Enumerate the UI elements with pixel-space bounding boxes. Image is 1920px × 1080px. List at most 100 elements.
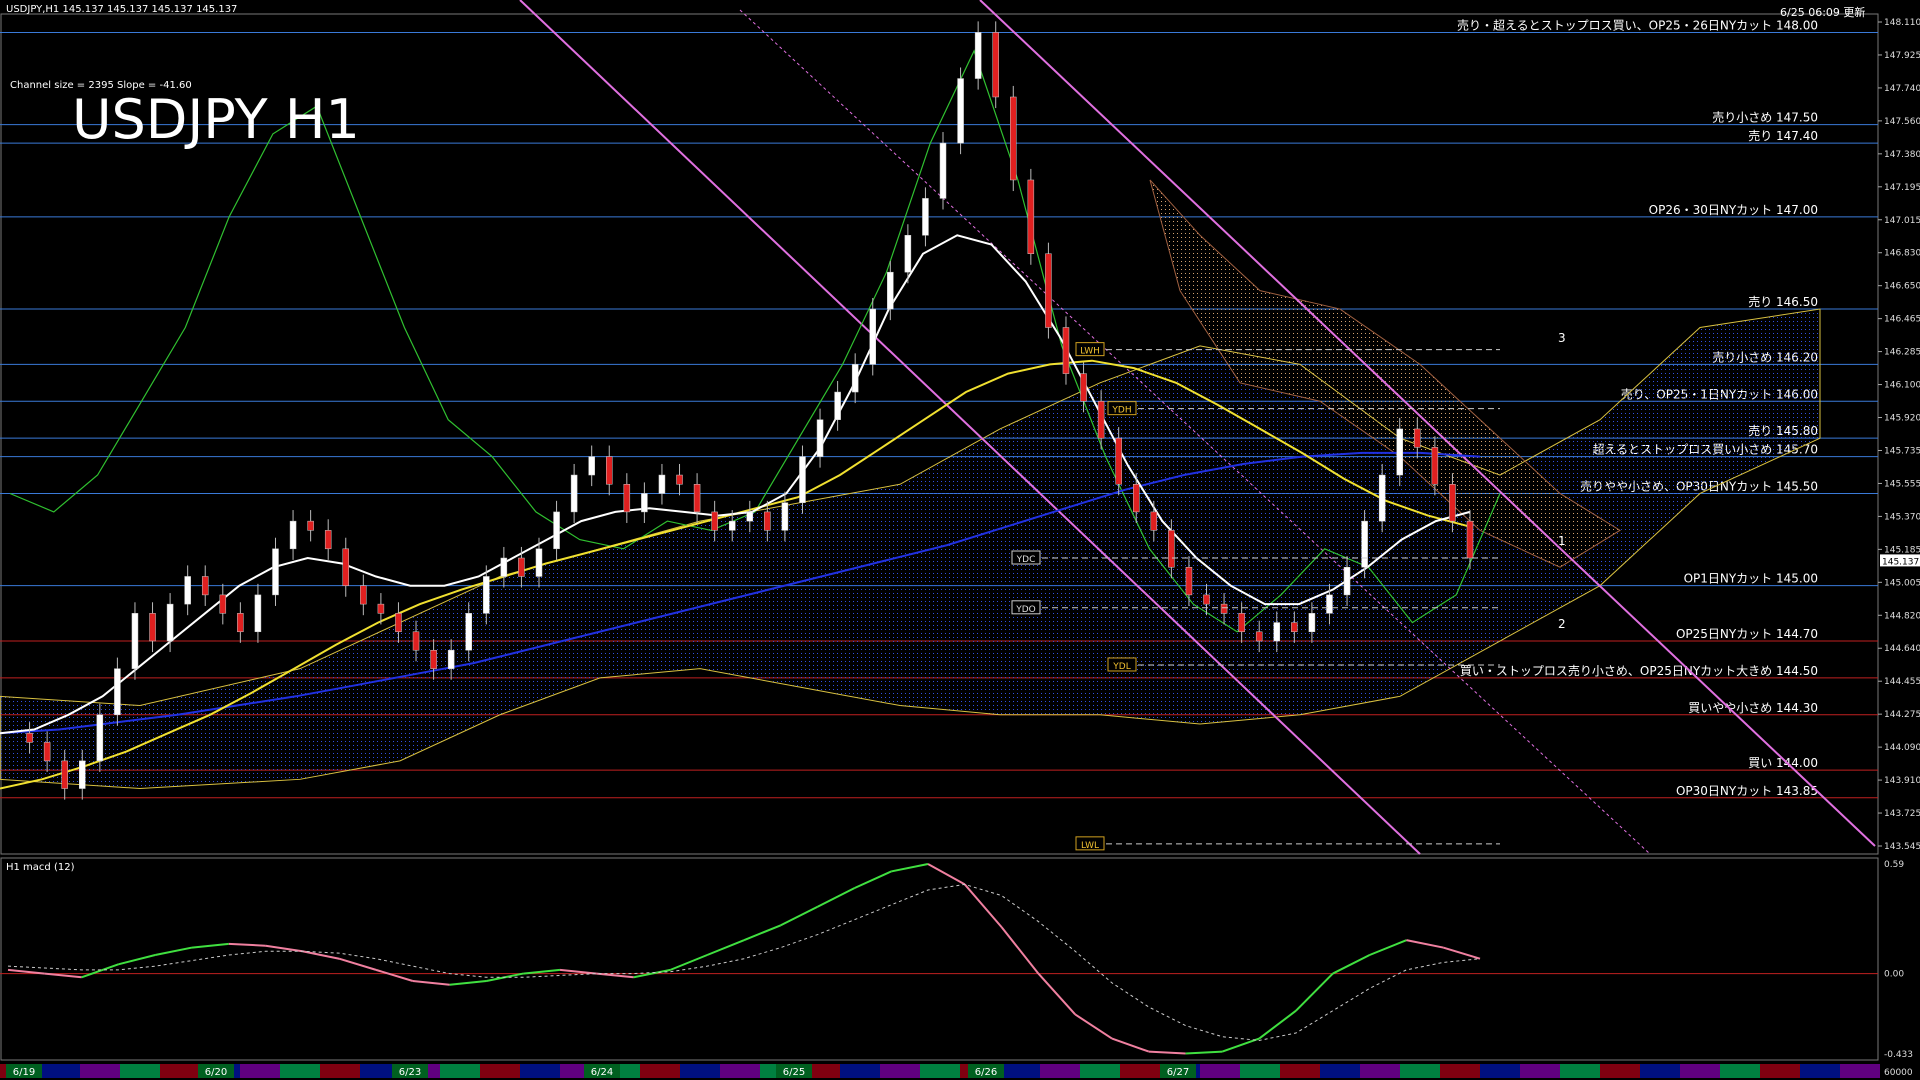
candle-body [324,530,332,550]
candle-body [1115,437,1122,485]
y-tick-label: 145.555 [1884,479,1920,489]
macd-segment [927,863,966,886]
macd-segment [706,939,745,956]
chart-canvas: 売り・超えるとストップロス買い、OP25・26日NYカット 148.00 売り小さ… [0,0,1920,1078]
macd-segment [891,863,929,873]
candle-body [1361,520,1368,568]
date-segment [1640,1064,1680,1078]
y-tick-label: 148.110 [1884,18,1920,28]
date-segment [1080,1064,1120,1078]
candle-body [623,484,631,513]
candle-body [1010,96,1017,181]
candle-body [254,594,262,633]
macd-segment [1442,946,1481,960]
date-segment [920,1064,960,1078]
candle-body [377,603,385,614]
candle-body [1238,613,1245,633]
level-label: OP25日NYカット 144.70 [1676,627,1818,641]
macd-segment [81,963,119,979]
y-tick-label: 144.275 [1884,710,1920,720]
macd-segment [780,905,819,927]
candle-body [764,511,771,531]
macd-segment [44,972,82,979]
date-segment [1560,1064,1600,1078]
candle-body [922,198,929,236]
date-label: 6/24 [591,1067,613,1078]
date-segment [1600,1064,1640,1078]
candle-body [676,474,683,485]
candle-body [201,576,209,596]
y-tick-label: 145.185 [1884,545,1920,555]
macd-panel: 0.59 0.00 -0.433 [0,857,1913,1061]
candle-body [834,391,841,420]
macd-segment [817,887,855,908]
candle-body [1185,566,1193,596]
candle-body [272,548,279,596]
candle-body [1097,401,1105,439]
macd-segment [743,924,782,942]
candle-body [939,142,947,199]
date-segment [120,1064,160,1078]
macd-segment [1111,1037,1150,1053]
candle-body [131,613,139,669]
date-bar: 6/19 6/20 6/23 6/24 6/25 6/26 6/27 60000 [0,1064,1913,1078]
channel-label: 1 [1558,534,1566,548]
level-label: 売り 146.50 [1748,294,1818,309]
date-segment [1480,1064,1520,1078]
date-segment [480,1064,520,1078]
candle-body [114,668,121,716]
y-tick-label: 147.740 [1884,84,1920,94]
date-segment [520,1064,560,1078]
channel-label: 3 [1558,331,1566,345]
candle-body [746,511,754,522]
candle-body [869,308,876,365]
candle-body [1255,631,1263,642]
candle-body [887,271,894,310]
candle-body [1449,484,1456,522]
date-segment [1440,1064,1480,1078]
marker-label: YDL [1112,662,1130,672]
candle-body [728,520,736,531]
macd-segment [1037,972,1076,1016]
candle-body [430,649,437,669]
macd-segment [1148,1050,1186,1055]
y-tick-label: 145.370 [1884,512,1920,522]
level-label: OP26・30日NYカット 147.00 [1649,203,1818,217]
macd-segment [1074,1013,1113,1040]
date-segment [1360,1064,1400,1078]
y-tick-label: 145.920 [1884,414,1920,424]
macd-title: H1 macd (12) [6,862,75,873]
level-label: 買い・ストップロス売り小さめ、OP25日NYカット大きめ 144.50 [1460,663,1818,678]
date-segment [680,1064,720,1078]
candle-body [26,732,33,743]
candle-body [1273,622,1281,642]
macd-segment [1295,972,1334,1012]
macd-segment [191,942,229,949]
date-segment [640,1064,680,1078]
y-tick-label: 146.830 [1884,249,1920,259]
y-tick-label: 147.380 [1884,150,1920,160]
date-segment [840,1064,880,1078]
y-tick-label: 143.545 [1884,842,1920,852]
candle-body [1150,511,1158,531]
macd-segment [118,954,156,966]
date-segment [40,1064,80,1078]
candle-body [781,502,789,531]
candle-body [693,484,701,513]
date-label: 6/19 [13,1067,35,1078]
candle-body [957,78,964,144]
date-label: 6/26 [975,1067,997,1078]
price-axis: 148.110 147.925 147.740 147.560 147.380 147.1… [1878,18,1920,852]
candle-body [711,511,718,531]
macd-segment [375,968,414,982]
candle-body [1414,428,1421,448]
macd-segment [853,870,892,890]
macd-segment [338,957,377,971]
candle-body [1326,594,1333,614]
y-tick-label: 144.090 [1884,743,1920,753]
y-tick-label: 144.455 [1884,677,1920,687]
candle-body [43,742,51,762]
macd-segment [1369,939,1407,956]
level-label: 売り小さめ 147.50 [1712,110,1818,125]
date-segment [80,1064,120,1078]
